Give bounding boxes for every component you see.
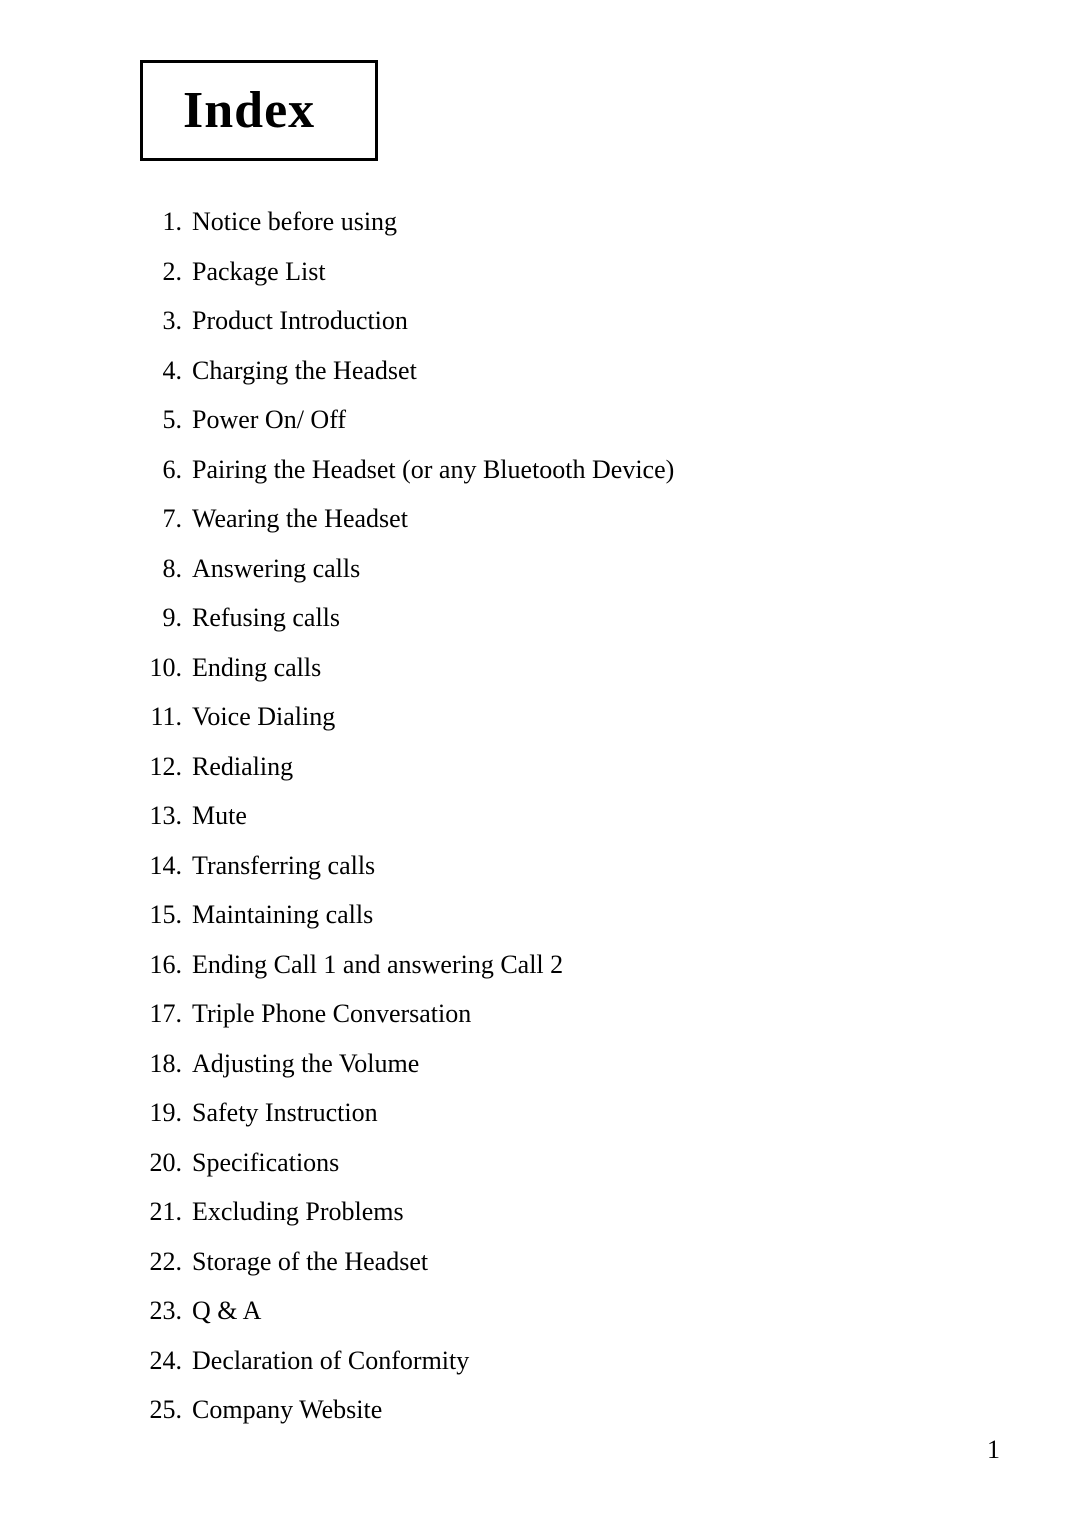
item-number: 2. xyxy=(140,249,182,295)
item-label: Package List xyxy=(192,257,326,286)
item-label: Wearing the Headset xyxy=(192,504,408,533)
item-number: 3. xyxy=(140,298,182,344)
item-label: Ending calls xyxy=(192,653,321,682)
item-label: Specifications xyxy=(192,1148,339,1177)
list-item: 10. Ending calls xyxy=(140,643,1000,693)
item-number: 13. xyxy=(140,793,182,839)
list-item: 11. Voice Dialing xyxy=(140,692,1000,742)
item-number: 6. xyxy=(140,447,182,493)
item-label: Voice Dialing xyxy=(192,702,335,731)
item-number: 1. xyxy=(140,199,182,245)
item-number: 22. xyxy=(140,1239,182,1285)
item-number: 18. xyxy=(140,1041,182,1087)
item-label: Mute xyxy=(192,801,247,830)
item-number: 15. xyxy=(140,892,182,938)
item-number: 7. xyxy=(140,496,182,542)
item-label: Notice before using xyxy=(192,207,397,236)
item-label: Declaration of Conformity xyxy=(192,1346,469,1375)
item-label: Q & A xyxy=(192,1296,261,1325)
item-label: Power On/ Off xyxy=(192,405,346,434)
page-number: 1 xyxy=(987,1435,1000,1465)
list-item: 12. Redialing xyxy=(140,742,1000,792)
item-label: Refusing calls xyxy=(192,603,340,632)
list-item: 8. Answering calls xyxy=(140,544,1000,594)
list-item: 18. Adjusting the Volume xyxy=(140,1039,1000,1089)
item-number: 23. xyxy=(140,1288,182,1334)
page-title: Index xyxy=(183,81,315,140)
item-label: Maintaining calls xyxy=(192,900,373,929)
item-number: 24. xyxy=(140,1338,182,1384)
item-number: 16. xyxy=(140,942,182,988)
item-number: 11. xyxy=(140,694,182,740)
item-label: Safety Instruction xyxy=(192,1098,378,1127)
item-label: Adjusting the Volume xyxy=(192,1049,419,1078)
item-label: Answering calls xyxy=(192,554,360,583)
item-label: Ending Call 1 and answering Call 2 xyxy=(192,950,563,979)
list-item: 6. Pairing the Headset (or any Bluetooth … xyxy=(140,445,1000,495)
list-item: 5. Power On/ Off xyxy=(140,395,1000,445)
item-number: 17. xyxy=(140,991,182,1037)
item-number: 8. xyxy=(140,546,182,592)
title-box: Index xyxy=(140,60,378,161)
item-number: 4. xyxy=(140,348,182,394)
list-item: 24. Declaration of Conformity xyxy=(140,1336,1000,1386)
item-number: 10. xyxy=(140,645,182,691)
list-item: 20. Specifications xyxy=(140,1138,1000,1188)
list-item: 19. Safety Instruction xyxy=(140,1088,1000,1138)
list-item: 14. Transferring calls xyxy=(140,841,1000,891)
list-item: 1. Notice before using xyxy=(140,197,1000,247)
list-item: 15. Maintaining calls xyxy=(140,890,1000,940)
list-item: 4. Charging the Headset xyxy=(140,346,1000,396)
list-item: 2. Package List xyxy=(140,247,1000,297)
list-item: 25. Company Website xyxy=(140,1385,1000,1435)
index-list: 1. Notice before using 2. Package List 3. Pro… xyxy=(140,197,1000,1435)
item-label: Pairing the Headset (or any Bluetooth De… xyxy=(192,455,674,484)
list-item: 7. Wearing the Headset xyxy=(140,494,1000,544)
item-number: 9. xyxy=(140,595,182,641)
list-item: 23. Q & A xyxy=(140,1286,1000,1336)
item-label: Charging the Headset xyxy=(192,356,417,385)
list-item: 3. Product Introduction xyxy=(140,296,1000,346)
item-number: 5. xyxy=(140,397,182,443)
list-item: 21. Excluding Problems xyxy=(140,1187,1000,1237)
item-number: 21. xyxy=(140,1189,182,1235)
item-number: 14. xyxy=(140,843,182,889)
list-item: 9. Refusing calls xyxy=(140,593,1000,643)
list-item: 17. Triple Phone Conversation xyxy=(140,989,1000,1039)
page: Index 1. Notice before using 2. Package Lis… xyxy=(0,0,1080,1515)
item-label: Company Website xyxy=(192,1395,382,1424)
list-item: 16. Ending Call 1 and answering Call 2 xyxy=(140,940,1000,990)
item-label: Triple Phone Conversation xyxy=(192,999,471,1028)
list-item: 22. Storage of the Headset xyxy=(140,1237,1000,1287)
item-label: Storage of the Headset xyxy=(192,1247,428,1276)
item-label: Redialing xyxy=(192,752,293,781)
item-label: Excluding Problems xyxy=(192,1197,404,1226)
item-number: 12. xyxy=(140,744,182,790)
item-label: Product Introduction xyxy=(192,306,408,335)
item-label: Transferring calls xyxy=(192,851,375,880)
item-number: 19. xyxy=(140,1090,182,1136)
item-number: 25. xyxy=(140,1387,182,1433)
item-number: 20. xyxy=(140,1140,182,1186)
list-item: 13. Mute xyxy=(140,791,1000,841)
